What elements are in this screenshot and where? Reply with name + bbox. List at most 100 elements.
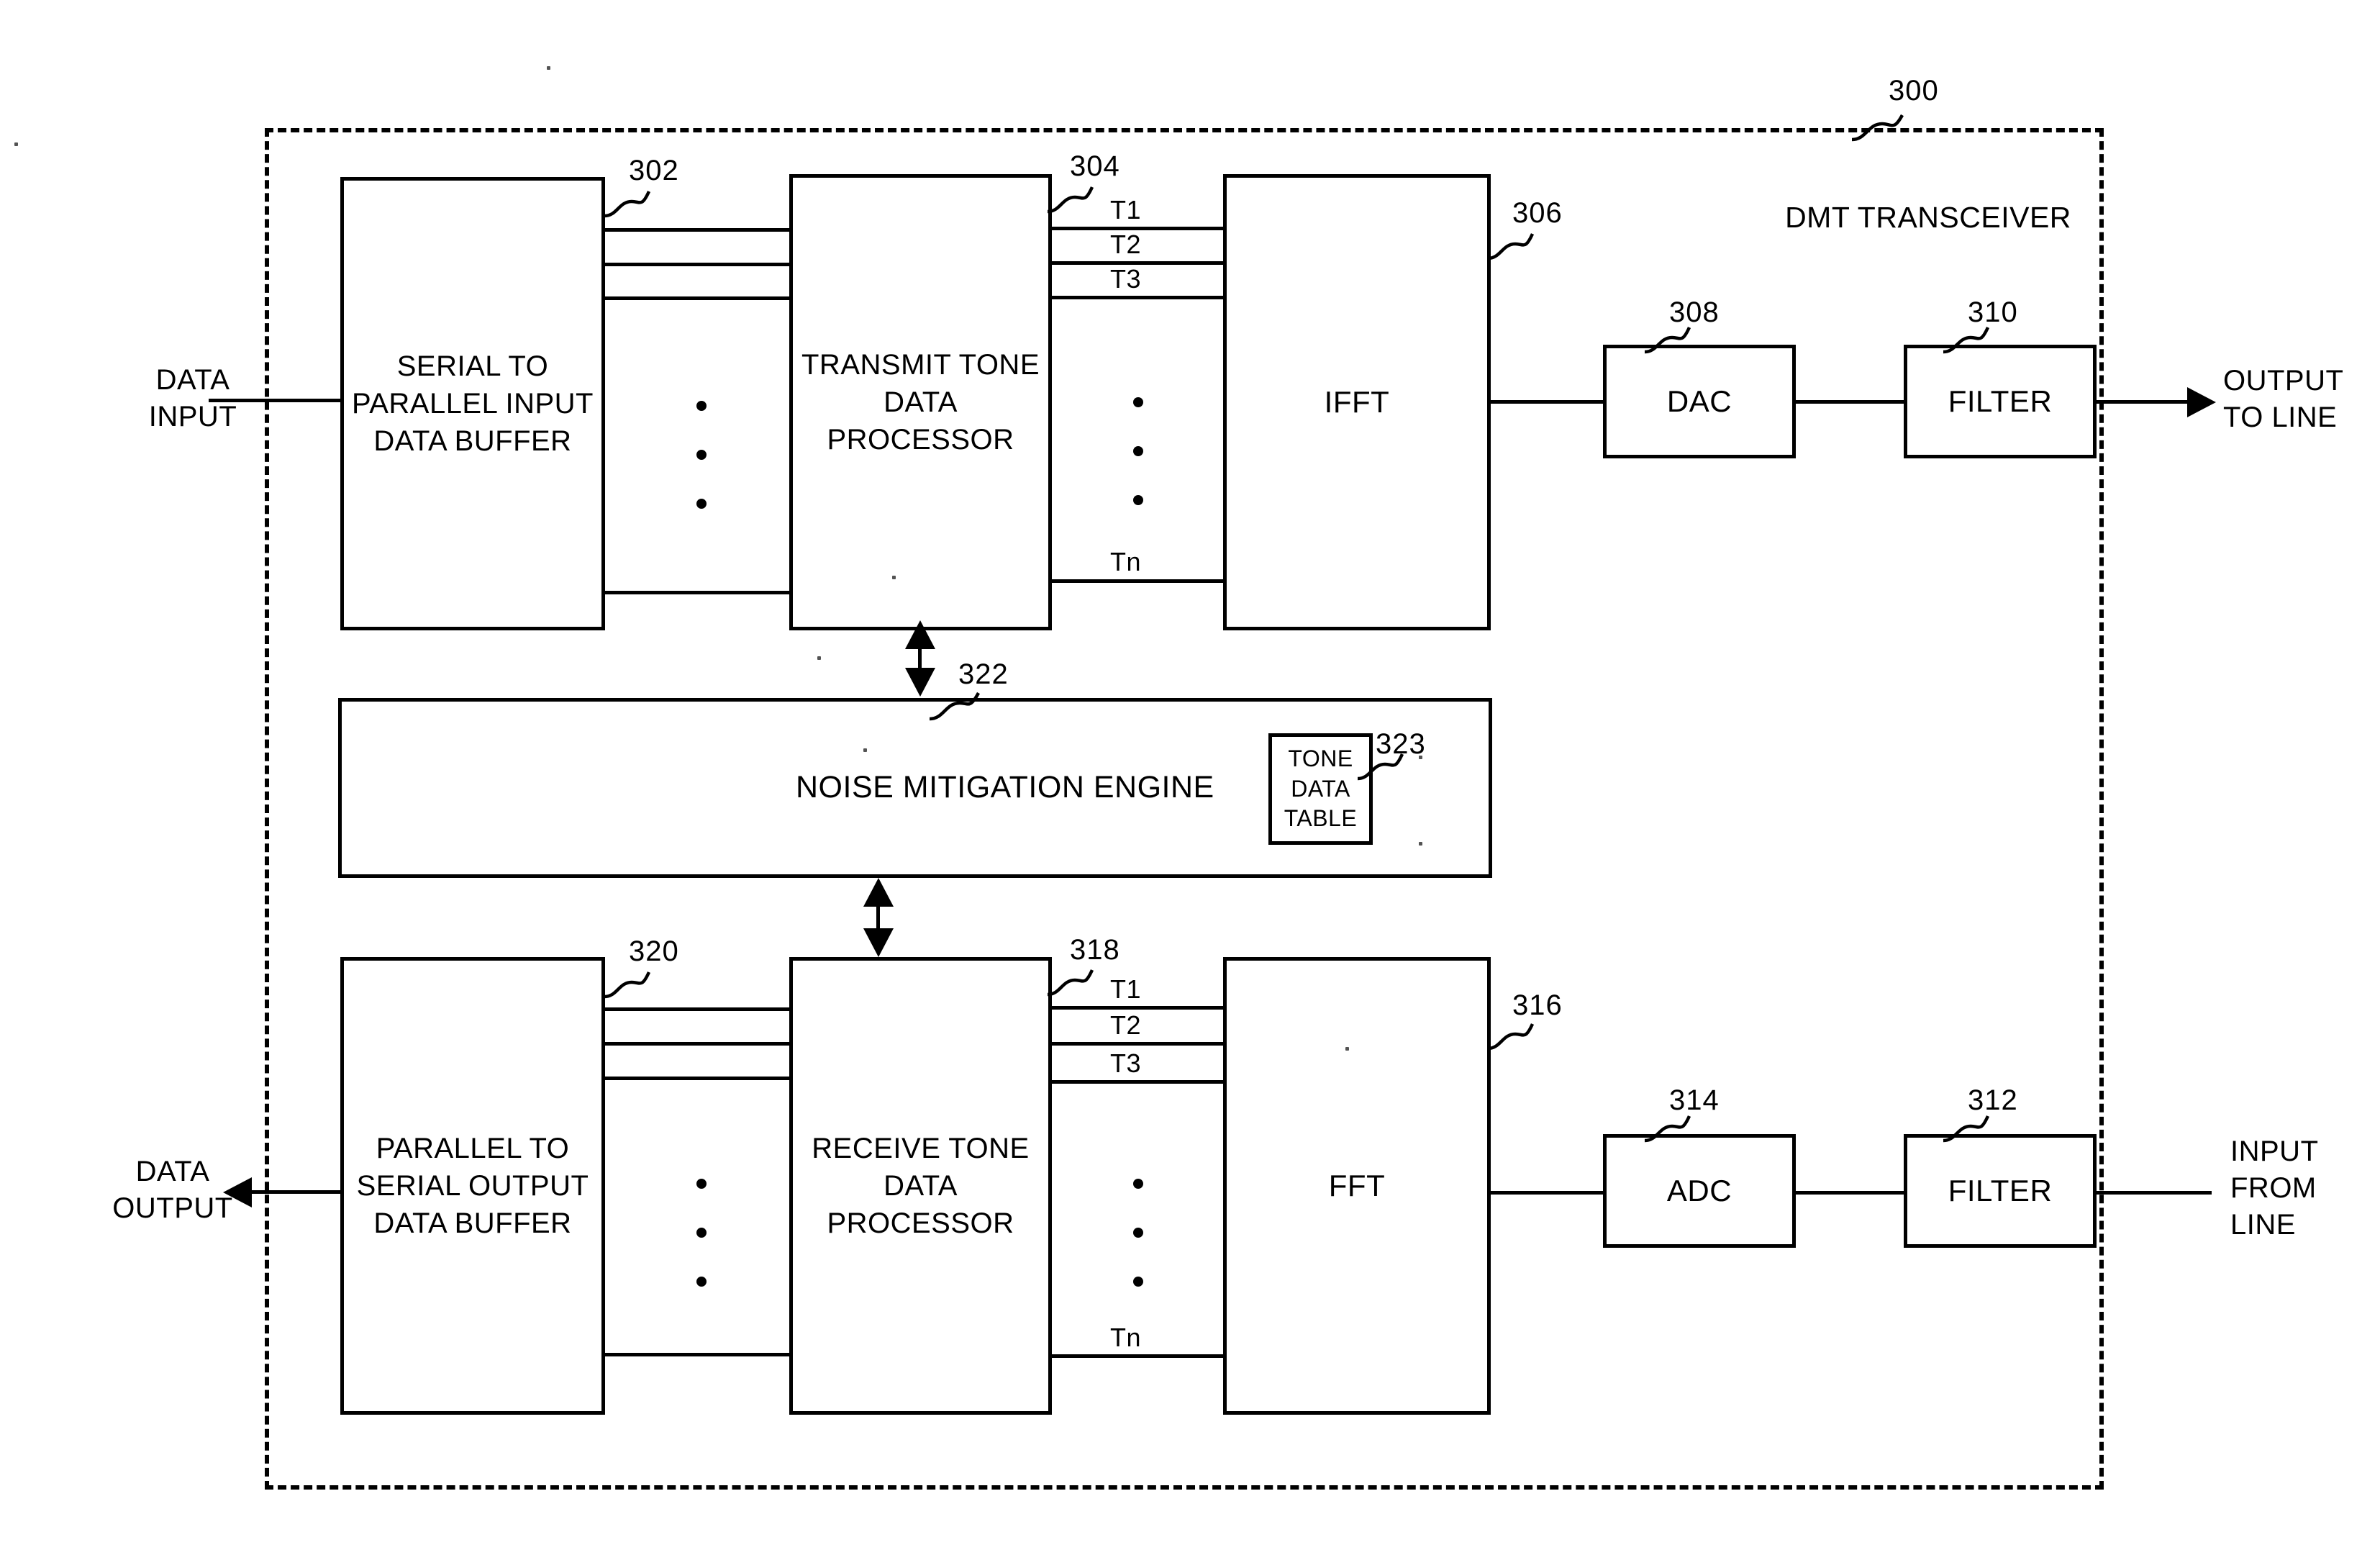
leader-320 <box>604 971 651 999</box>
tone-label-t1-receive: T1 <box>1110 974 1142 1004</box>
tone-label-t1-transmit: T1 <box>1110 195 1142 225</box>
nme-receive-arrow-shaft <box>876 902 880 929</box>
ref-316: 316 <box>1512 989 1563 1021</box>
block-serial-to-parallel-buffer-label: SERIAL TO PARALLEL INPUT DATA BUFFER <box>351 350 594 457</box>
ellipsis-dot <box>1133 397 1143 407</box>
block-adc-label: ADC <box>1666 1173 1732 1207</box>
block-fft: FFT <box>1223 957 1491 1415</box>
bus-320-318-line-3 <box>605 1077 798 1080</box>
data-output-arrowhead <box>223 1177 252 1207</box>
tone-label-tn-transmit: Tn <box>1110 547 1142 576</box>
wire-ifft-to-dac <box>1491 400 1603 404</box>
wire-adc-to-filter <box>1796 1191 1904 1195</box>
wire-filter-to-output <box>2097 400 2190 404</box>
ellipsis-dot <box>1133 1277 1143 1287</box>
nme-receive-arrow-down <box>863 928 894 957</box>
bus-318-316-ellipsis <box>1133 1179 1143 1287</box>
ellipsis-dot <box>696 1179 707 1189</box>
block-parallel-to-serial-buffer: PARALLEL TO SERIAL OUTPUT DATA BUFFER <box>340 957 605 1415</box>
scan-speck <box>863 748 867 752</box>
nme-transmit-arrow-shaft <box>918 644 922 669</box>
ellipsis-dot <box>1133 1228 1143 1238</box>
input-from-line-label: INPUT FROM LINE <box>2230 1136 2319 1241</box>
bus-318-316-line-tn <box>1052 1354 1226 1358</box>
block-noise-mitigation-engine-label: NOISE MITIGATION ENGINE <box>796 770 1214 805</box>
dmt-transceiver-title: DMT TRANSCEIVER <box>1785 201 2071 234</box>
tone-label-t3-receive: T3 <box>1110 1048 1142 1078</box>
block-ifft-label: IFFT <box>1324 384 1390 419</box>
leader-300 <box>1851 114 1904 142</box>
ellipsis-dot <box>696 450 707 460</box>
data-input-wire <box>209 399 342 402</box>
bus-302-304-line-1 <box>605 228 798 232</box>
leader-316 <box>1487 1023 1535 1051</box>
bus-304-306-line-tn <box>1052 579 1226 583</box>
leader-322 <box>929 692 980 721</box>
leader-323 <box>1357 753 1404 781</box>
ellipsis-dot <box>696 1277 707 1287</box>
block-dac-label: DAC <box>1666 384 1732 418</box>
bus-318-316-line-t3 <box>1052 1080 1226 1084</box>
block-receive-tone-data-processor-label: RECEIVE TONE DATA PROCESSOR <box>812 1133 1030 1239</box>
ellipsis-dot <box>1133 1179 1143 1189</box>
wire-dac-to-filter <box>1796 400 1904 404</box>
ref-318: 318 <box>1070 934 1120 966</box>
wire-filter-to-input-from-line <box>2097 1191 2212 1195</box>
leader-302 <box>604 191 651 218</box>
block-parallel-to-serial-buffer-label: PARALLEL TO SERIAL OUTPUT DATA BUFFER <box>356 1133 589 1239</box>
bus-320-318-line-n <box>605 1353 798 1356</box>
scan-speck <box>892 576 896 579</box>
block-filter-transmit: FILTER <box>1904 345 2097 458</box>
block-receive-tone-data-processor: RECEIVE TONE DATA PROCESSOR <box>789 957 1052 1415</box>
bus-304-306-ellipsis <box>1133 397 1143 505</box>
leader-314 <box>1644 1115 1691 1143</box>
tone-label-t2-transmit: T2 <box>1110 230 1142 259</box>
block-adc: ADC <box>1603 1134 1796 1248</box>
tone-label-t2-receive: T2 <box>1110 1010 1142 1040</box>
scan-speck <box>1419 842 1422 846</box>
tone-label-tn-receive: Tn <box>1110 1323 1142 1352</box>
ellipsis-dot <box>1133 495 1143 505</box>
block-filter-receive-label: FILTER <box>1948 1173 2053 1207</box>
block-transmit-tone-data-processor-label: TRANSMIT TONE DATA PROCESSOR <box>801 349 1040 456</box>
block-dac: DAC <box>1603 345 1796 458</box>
ref-304: 304 <box>1070 150 1120 182</box>
ref-302: 302 <box>629 155 679 186</box>
scan-speck <box>547 66 550 70</box>
scan-speck <box>817 656 821 660</box>
block-tone-data-table-label: TONE DATA TABLE <box>1284 746 1358 832</box>
leader-304 <box>1047 186 1094 214</box>
scan-speck <box>1419 756 1422 759</box>
figure-canvas: 300 DMT TRANSCEIVER DATA INPUT SERIAL TO… <box>0 0 2380 1568</box>
scan-speck <box>1345 1047 1349 1051</box>
bus-318-316-line-t1 <box>1052 1006 1226 1010</box>
bus-302-304-ellipsis <box>696 401 707 509</box>
wire-fft-to-adc <box>1491 1191 1603 1195</box>
scan-speck <box>14 142 18 146</box>
output-to-line-arrowhead <box>2187 387 2216 417</box>
leader-312 <box>1943 1115 1990 1143</box>
leader-306 <box>1487 233 1535 260</box>
block-transmit-tone-data-processor: TRANSMIT TONE DATA PROCESSOR <box>789 174 1052 630</box>
output-to-line-label: OUTPUT TO LINE <box>2223 365 2344 434</box>
bus-320-318-line-2 <box>605 1042 798 1046</box>
leader-310 <box>1943 327 1990 354</box>
block-serial-to-parallel-buffer: SERIAL TO PARALLEL INPUT DATA BUFFER <box>340 177 605 630</box>
bus-302-304-line-2 <box>605 263 798 266</box>
block-filter-transmit-label: FILTER <box>1948 384 2053 418</box>
bus-302-304-line-3 <box>605 296 798 300</box>
leader-308 <box>1644 327 1691 354</box>
ref-320: 320 <box>629 935 679 967</box>
block-filter-receive: FILTER <box>1904 1134 2097 1248</box>
bus-304-306-line-t3 <box>1052 296 1226 299</box>
bus-320-318-ellipsis <box>696 1179 707 1287</box>
tone-label-t3-transmit: T3 <box>1110 264 1142 294</box>
ref-322: 322 <box>958 658 1009 690</box>
bus-318-316-line-t2 <box>1052 1042 1226 1046</box>
block-fft-label: FFT <box>1328 1168 1386 1202</box>
block-ifft: IFFT <box>1223 174 1491 630</box>
leader-318 <box>1047 969 1094 997</box>
bus-302-304-line-n <box>605 591 798 594</box>
ellipsis-dot <box>696 401 707 411</box>
bus-320-318-line-1 <box>605 1007 798 1011</box>
